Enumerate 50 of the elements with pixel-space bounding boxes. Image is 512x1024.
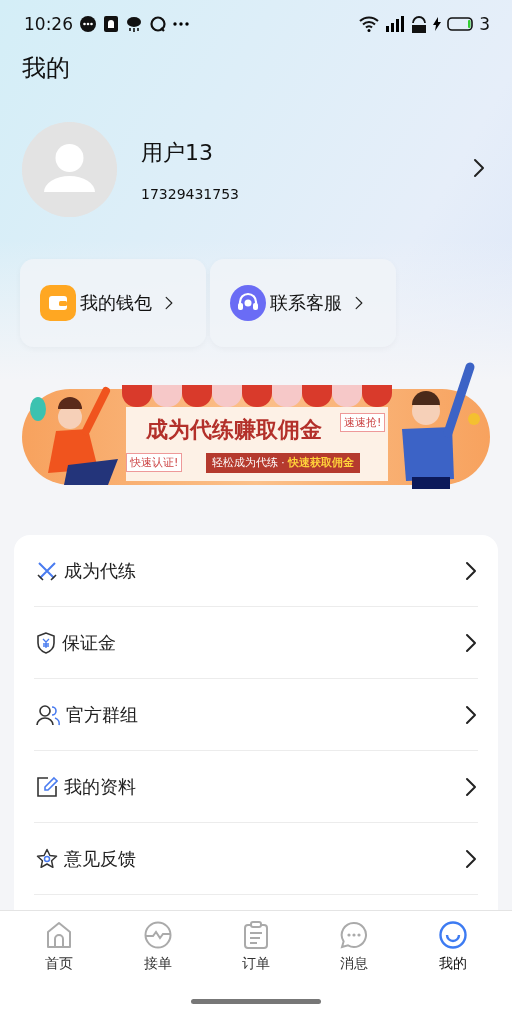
user-name: 用户13 [141, 138, 213, 167]
banner-title: 成为代练赚取佣金 [146, 416, 322, 444]
shield-yuan-icon [36, 631, 56, 654]
users-icon [36, 703, 60, 726]
q-icon [149, 15, 167, 33]
wifi-icon [359, 16, 380, 32]
more-icon [173, 22, 189, 26]
banner-slogan: 轻松成为代练 · 快速获取佣金 [206, 453, 360, 473]
tab-item[interactable]: 接单 [117, 921, 198, 973]
edit-icon [36, 775, 58, 798]
quick-action-button[interactable]: 联系客服 [210, 259, 396, 347]
tab-item[interactable]: 我的 [412, 921, 493, 973]
phone-number: 17329431753 [141, 185, 239, 202]
star-icon [36, 847, 58, 870]
chevron-icon[interactable] [472, 158, 486, 178]
banner-tag: 快速认证! [126, 453, 183, 472]
status-time: 10:26 [24, 14, 73, 34]
page-title: 我的 [22, 54, 70, 82]
menu-item[interactable]: 官方群组 [34, 679, 478, 751]
banner-tag: 速速抢! [340, 413, 386, 432]
battery-icon [447, 17, 474, 31]
menu-item[interactable]: 成为代练 [34, 535, 478, 607]
quick-action-button[interactable]: 我的钱包 [20, 259, 206, 347]
chat-icon [79, 15, 97, 33]
crossed-swords-icon [36, 559, 58, 582]
chevron-icon [354, 295, 364, 311]
chevron-icon [464, 848, 478, 869]
home-indicator[interactable] [191, 999, 321, 1004]
home-icon [45, 921, 74, 949]
tab-item[interactable]: 订单 [215, 921, 296, 973]
charging-icon [433, 17, 442, 31]
chevron-icon [464, 632, 478, 653]
wallet-icon [40, 285, 76, 321]
chevron-icon [464, 560, 478, 581]
chevron-icon [464, 776, 478, 797]
chat-bubble-icon [340, 921, 369, 949]
smile-icon [438, 921, 467, 949]
cloud-rain-icon [125, 15, 143, 33]
tab-item[interactable]: 首页 [19, 921, 100, 973]
chevron-icon [464, 704, 478, 725]
chevron-icon [164, 295, 174, 311]
pulse-circle-icon [143, 921, 172, 949]
battery-level: 3 [479, 14, 490, 34]
clipboard-icon [242, 921, 269, 949]
menu-item[interactable]: 保证金 [34, 607, 478, 679]
menu-item[interactable]: 意见反馈 [34, 823, 478, 895]
menu-item[interactable]: 我的资料 [34, 751, 478, 823]
tab-item[interactable]: 消息 [314, 921, 395, 973]
headset-icon [230, 285, 266, 321]
signal-icon [385, 15, 406, 33]
